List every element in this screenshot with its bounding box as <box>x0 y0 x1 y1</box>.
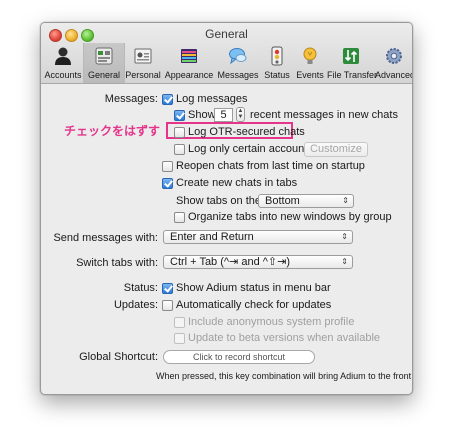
tab-advanced[interactable]: Advanced <box>375 43 412 83</box>
tab-events[interactable]: Events <box>293 43 327 83</box>
tab-appearance[interactable]: Appearance <box>163 43 215 83</box>
tab-file-transfer[interactable]: File Transfer <box>327 43 377 83</box>
send-messages-label: Send messages with: <box>53 232 158 244</box>
window-title: General <box>205 27 248 41</box>
reopen-chats-label: Reopen chats from last time on startup <box>176 160 365 172</box>
preferences-toolbar: Accounts General Personal Appearance Mes… <box>41 43 412 83</box>
tab-personal[interactable]: Personal <box>123 43 163 83</box>
show-tabs-on-value: Bottom <box>265 195 300 207</box>
switch-tabs-popup[interactable]: Ctrl + Tab (^⇥ and ^⇧⇥) ⇕ <box>163 255 353 269</box>
popup-arrows-icon: ⇕ <box>342 196 349 205</box>
show-label: Show <box>188 109 216 121</box>
create-in-tabs-checkbox[interactable] <box>162 178 173 189</box>
log-only-certain-checkbox[interactable] <box>174 144 185 155</box>
tab-general[interactable]: General <box>83 43 125 83</box>
switch-tabs-label: Switch tabs with: <box>76 257 158 269</box>
appearance-icon <box>181 49 197 63</box>
messages-icon <box>229 48 247 65</box>
show-recent-checkbox[interactable] <box>174 110 185 121</box>
log-otr-label: Log OTR-secured chats <box>188 126 305 138</box>
show-tabs-on-popup[interactable]: Bottom ⇕ <box>258 194 354 208</box>
tab-messages[interactable]: Messages <box>215 43 261 83</box>
recent-count-stepper[interactable]: ▲ ▼ <box>236 107 245 122</box>
organize-tabs-checkbox[interactable] <box>174 212 185 223</box>
popup-arrows-icon: ⇕ <box>341 257 348 266</box>
auto-check-updates-label: Automatically check for updates <box>176 299 332 311</box>
events-icon <box>303 47 317 64</box>
send-messages-value: Enter and Return <box>170 231 254 243</box>
send-messages-popup[interactable]: Enter and Return ⇕ <box>163 230 353 244</box>
recent-count-field[interactable]: 5 <box>214 108 233 122</box>
tab-status[interactable]: Status <box>261 43 293 83</box>
log-messages-label: Log messages <box>176 93 248 105</box>
messages-section-label: Messages: <box>104 93 158 105</box>
global-shortcut-label: Global Shortcut: <box>79 351 158 363</box>
show-status-label: Show Adium status in menu bar <box>176 282 331 294</box>
advanced-icon <box>386 48 402 64</box>
show-status-checkbox[interactable] <box>162 283 173 294</box>
title-bar: General Accounts General Personal Appear… <box>41 23 412 84</box>
show-tabs-on-label: Show tabs on the: <box>176 195 265 207</box>
beta-updates-label: Update to beta versions when available <box>188 332 381 344</box>
general-icon <box>95 47 113 65</box>
beta-updates-checkbox[interactable] <box>174 333 185 344</box>
recent-messages-suffix: recent messages in new chats <box>250 109 398 121</box>
organize-tabs-label: Organize tabs into new windows by group <box>188 211 392 223</box>
updates-label: Updates: <box>113 299 158 311</box>
create-in-tabs-label: Create new chats in tabs <box>176 177 298 189</box>
include-profile-checkbox[interactable] <box>174 317 185 328</box>
log-messages-checkbox[interactable] <box>162 94 173 105</box>
status-label: Status: <box>123 282 158 294</box>
shortcut-recorder-field[interactable]: Click to record shortcut <box>163 350 315 364</box>
personal-icon <box>134 48 152 64</box>
status-icon <box>271 46 283 66</box>
shortcut-note: When pressed, this key combination will … <box>156 371 412 381</box>
popup-arrows-icon: ⇕ <box>341 232 348 241</box>
customize-button[interactable]: Customize <box>304 142 368 157</box>
switch-tabs-value: Ctrl + Tab (^⇥ and ^⇧⇥) <box>170 256 291 268</box>
log-otr-checkbox[interactable] <box>174 127 185 138</box>
log-only-certain-label: Log only certain accounts <box>188 143 313 155</box>
auto-check-updates-checkbox[interactable] <box>162 300 173 311</box>
tab-accounts[interactable]: Accounts <box>43 43 83 83</box>
accounts-icon <box>55 47 71 65</box>
reopen-chats-checkbox[interactable] <box>162 161 173 172</box>
annotation-uncheck: チェックをはずす <box>64 124 161 138</box>
file-transfer-icon <box>343 48 359 64</box>
include-profile-label: Include anonymous system profile <box>188 316 355 328</box>
